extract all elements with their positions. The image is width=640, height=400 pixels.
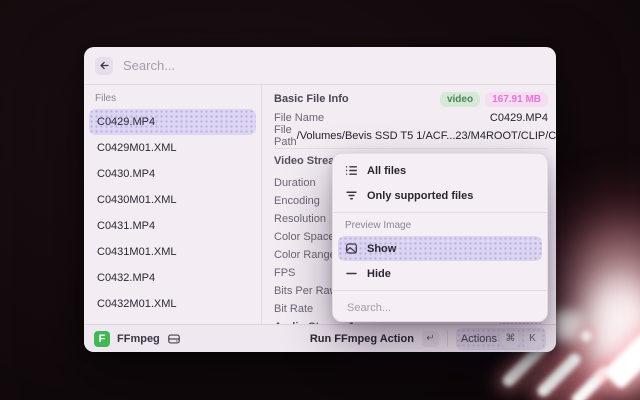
file-type-badge: video — [440, 92, 480, 107]
menu-item-label: Hide — [367, 268, 391, 280]
image-icon — [345, 242, 358, 255]
list-item[interactable]: C0429M01.XML — [89, 135, 256, 161]
enter-key-badge: ↵ — [422, 331, 439, 347]
menu-divider — [333, 212, 547, 213]
menu-item-all-files[interactable]: All files — [338, 158, 542, 183]
file-list-pane: Files C0429.MP4 C0429M01.XML C0430.MP4 C… — [84, 85, 262, 324]
menu-item-only-supported[interactable]: Only supported files — [338, 183, 542, 208]
menu-item-show[interactable]: Show — [338, 236, 542, 261]
file-size-badge: 167.91 MB — [485, 92, 548, 107]
info-section-title: Basic File Info — [274, 93, 349, 105]
list-item[interactable]: C0432M01.XML — [89, 291, 256, 317]
actions-button[interactable]: Actions ⌘ K — [456, 328, 546, 350]
info-row-file-name: File Name C0429.MP4 — [274, 109, 548, 127]
drive-icon[interactable] — [167, 332, 181, 346]
info-label: File Path — [274, 124, 297, 148]
info-value: C0429.MP4 — [490, 112, 548, 124]
menu-item-label: Only supported files — [367, 190, 473, 202]
list-item[interactable]: C0431.MP4 — [89, 213, 256, 239]
file-list-header: Files — [89, 85, 256, 109]
list-item[interactable]: C0430.MP4 — [89, 161, 256, 187]
k-key-badge: K — [524, 331, 541, 347]
search-input[interactable]: Search... — [123, 58, 175, 73]
cmd-key-badge: ⌘ — [502, 331, 519, 347]
run-ffmpeg-action-button[interactable]: Run FFmpeg Action — [310, 333, 414, 345]
footer-bar: F FFmpeg Run FFmpeg Action ↵ Actions ⌘ K — [84, 324, 556, 352]
filter-dropdown-menu: All files Only supported files Preview I… — [332, 153, 548, 322]
list-item[interactable]: C0430M01.XML — [89, 187, 256, 213]
back-button[interactable] — [95, 57, 113, 75]
menu-search-input[interactable]: Search... — [338, 294, 542, 321]
arrow-left-icon — [99, 60, 110, 71]
app-name: FFmpeg — [117, 333, 160, 345]
info-row-file-path: File Path /Volumes/Bevis SSD T5 1/ACF...… — [274, 127, 548, 145]
desktop-background: Search... Files C0429.MP4 C0429M01.XML C… — [0, 0, 640, 400]
divider — [447, 331, 448, 347]
search-bar: Search... — [84, 47, 556, 85]
info-value: /Volumes/Bevis SSD T5 1/ACF...23/M4ROOT/… — [297, 130, 556, 142]
list-icon — [345, 164, 358, 177]
menu-item-label: All files — [367, 165, 406, 177]
info-label: File Name — [274, 112, 324, 124]
menu-section-label: Preview Image — [338, 216, 542, 236]
list-item[interactable]: C0429.MP4 — [89, 109, 256, 135]
menu-divider — [333, 290, 547, 291]
minus-icon — [345, 267, 358, 280]
actions-label: Actions — [461, 333, 497, 345]
filter-icon — [345, 189, 358, 202]
menu-item-hide[interactable]: Hide — [338, 261, 542, 286]
list-item[interactable]: C0432.MP4 — [89, 265, 256, 291]
list-item[interactable]: C0431M01.XML — [89, 239, 256, 265]
badge-partial — [498, 322, 544, 324]
divider — [274, 148, 548, 149]
menu-item-label: Show — [367, 243, 396, 255]
ffmpeg-logo-icon: F — [94, 331, 110, 347]
list-item[interactable]: C0433.MP4 — [89, 317, 256, 324]
